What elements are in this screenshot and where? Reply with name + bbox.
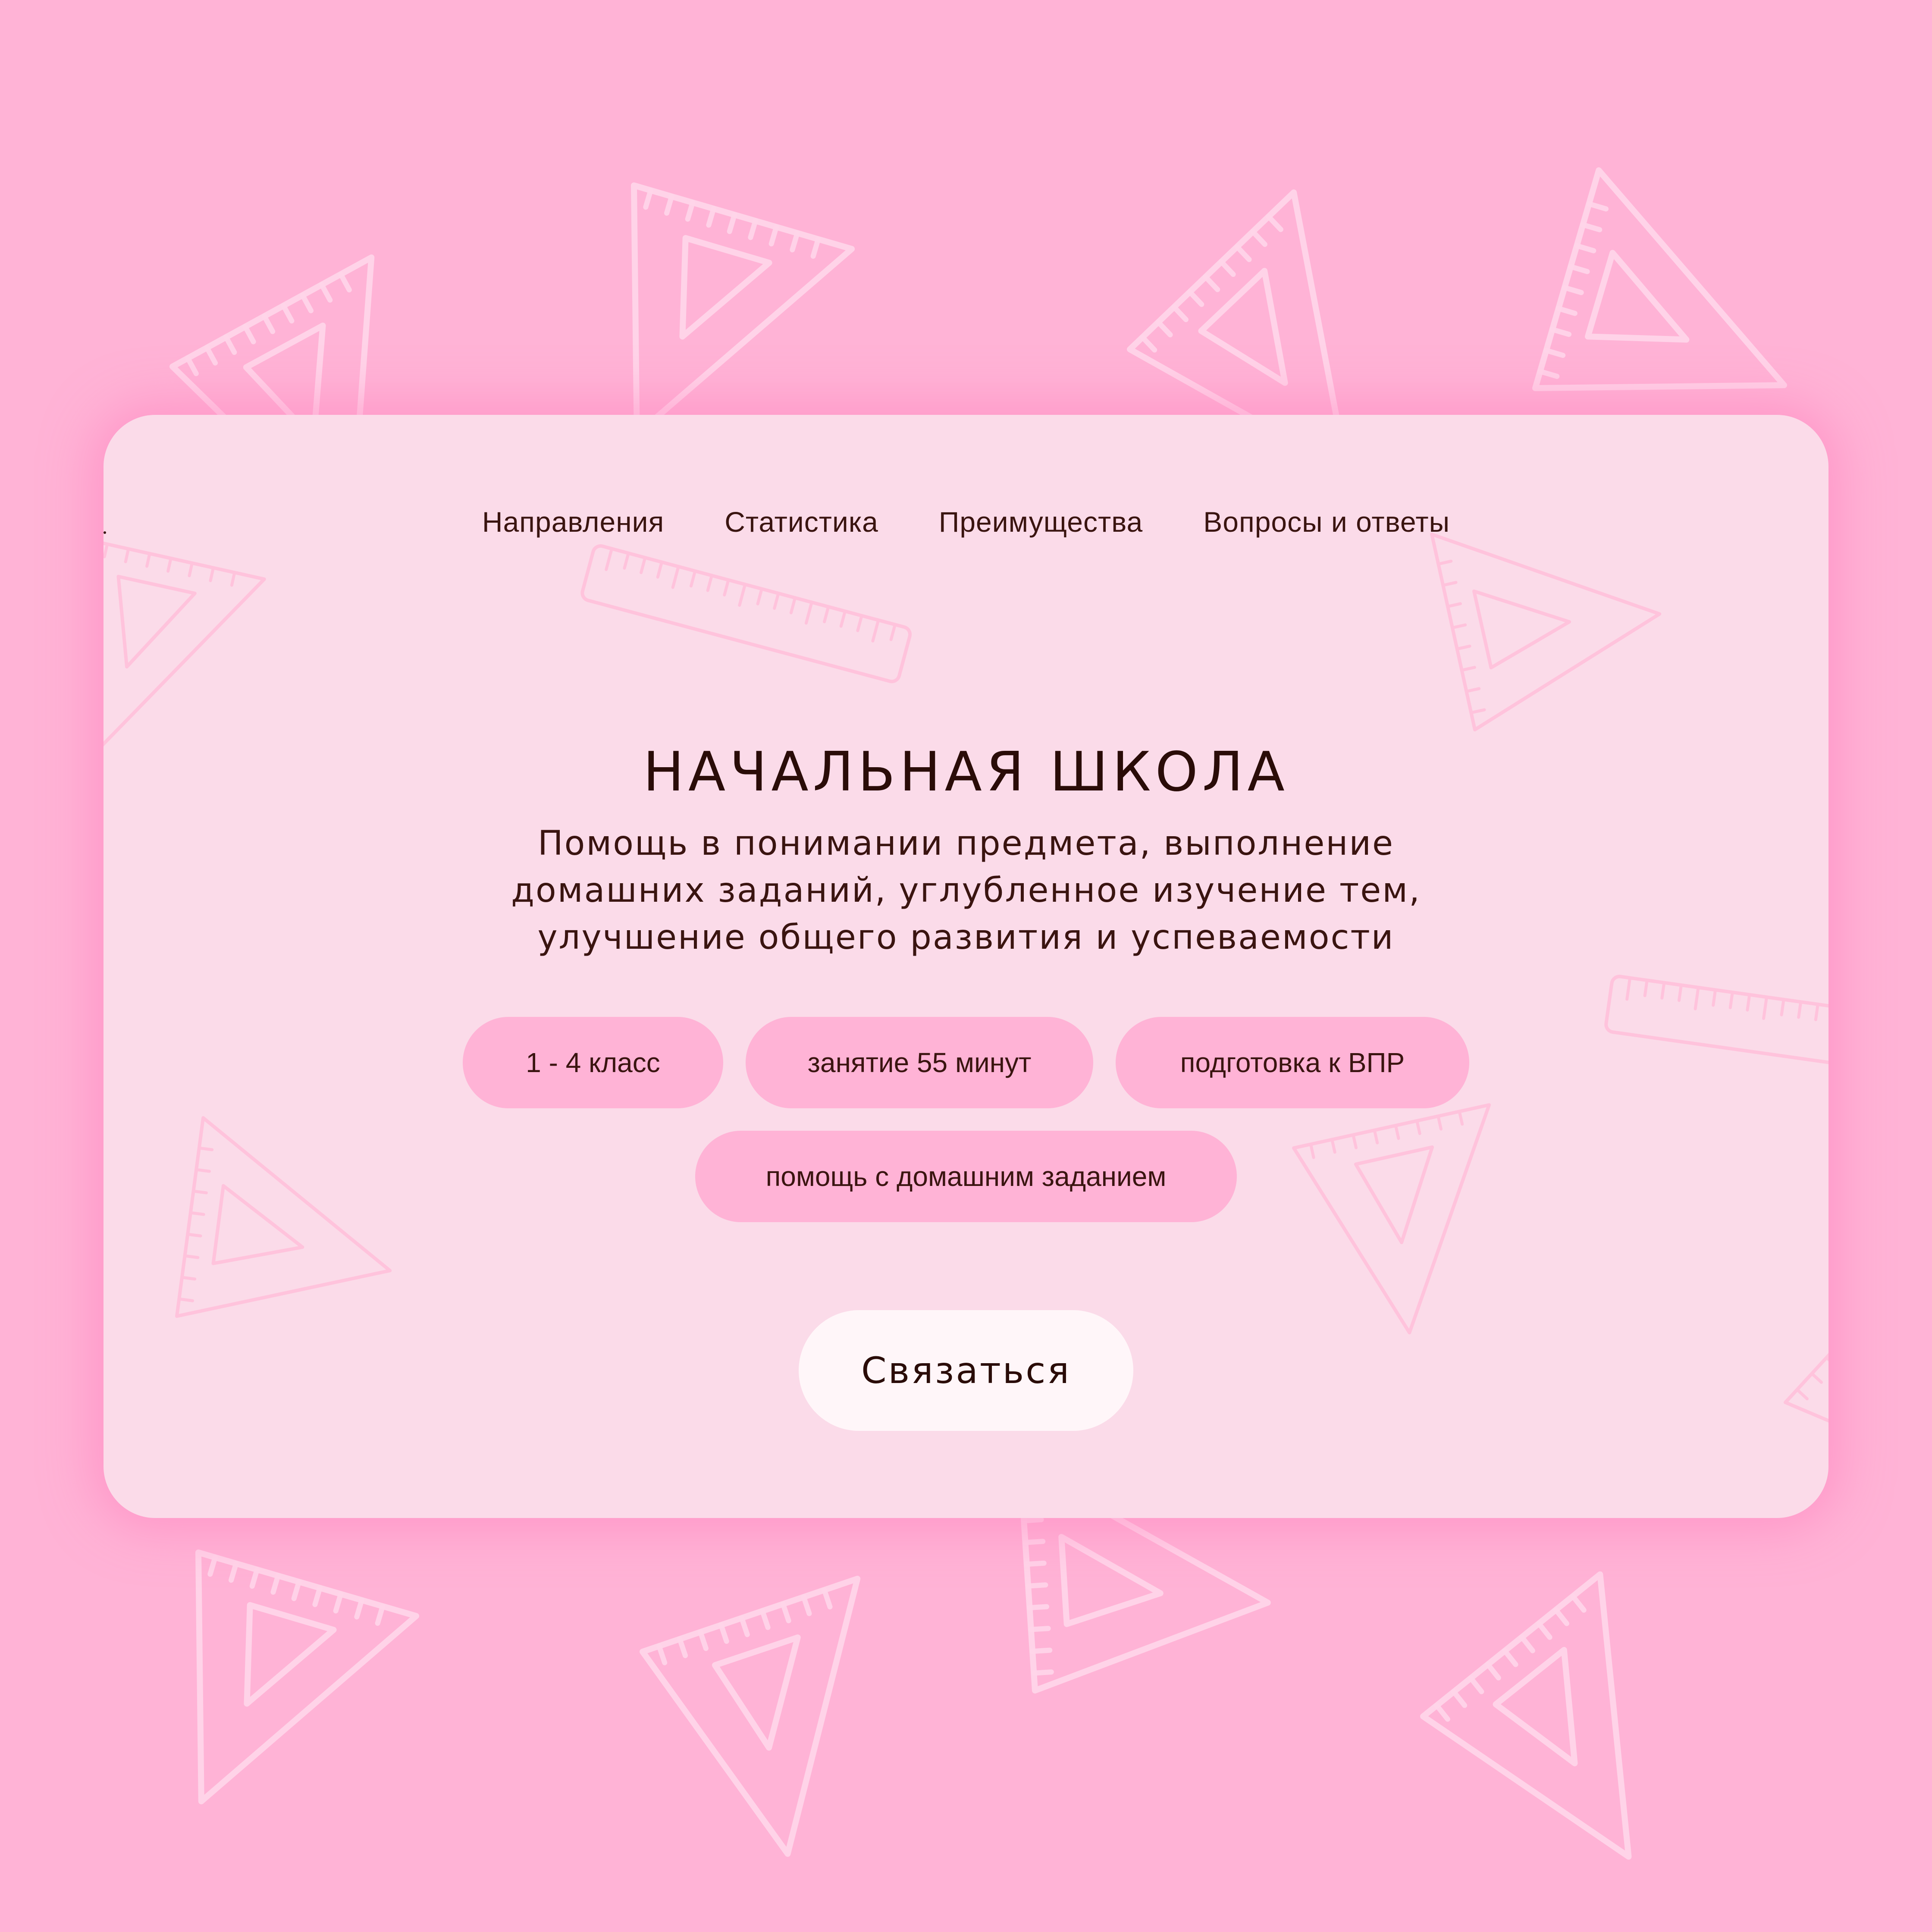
subtitle-line: Помощь в понимании предмета, выполнение (537, 824, 1395, 863)
tag-row: помощь с домашним заданием (695, 1131, 1237, 1222)
page-subtitle: Помощь в понимании предмета, выполнение … (448, 820, 1484, 961)
contact-button[interactable]: Связаться (799, 1310, 1133, 1431)
ruler-icon (580, 544, 912, 683)
tag-lesson-duration: занятие 55 минут (746, 1017, 1093, 1108)
page-title: НАЧАЛЬНАЯ ШКОЛА (643, 740, 1289, 804)
hero-card: Направления Статистика Преимущества Вопр… (104, 415, 1828, 1518)
set-square-icon (1769, 1255, 1828, 1518)
main-nav: Направления Статистика Преимущества Вопр… (104, 505, 1828, 538)
tag-homework-help: помощь с домашним заданием (695, 1131, 1237, 1222)
set-square-icon (104, 1521, 416, 1850)
set-square-icon (1432, 515, 1668, 732)
subtitle-line: улучшение общего развития и успеваемости (537, 918, 1395, 957)
set-square-icon (637, 1579, 902, 1872)
feature-tags: 1 - 4 класс занятие 55 минут подготовка … (104, 1017, 1828, 1222)
nav-item-faq[interactable]: Вопросы и ответы (1203, 505, 1450, 538)
nav-item-advantages[interactable]: Преимущества (939, 505, 1143, 538)
set-square-icon (1406, 1574, 1729, 1911)
nav-item-directions[interactable]: Направления (482, 505, 664, 538)
subtitle-line: домашних заданий, углубленное изучение т… (511, 871, 1421, 910)
nav-item-statistics[interactable]: Статистика (724, 505, 878, 538)
tag-row: 1 - 4 класс занятие 55 минут подготовка … (463, 1017, 1469, 1108)
tag-grade-range: 1 - 4 класс (463, 1017, 723, 1108)
tag-vpr-prep: подготовка к ВПР (1116, 1017, 1469, 1108)
